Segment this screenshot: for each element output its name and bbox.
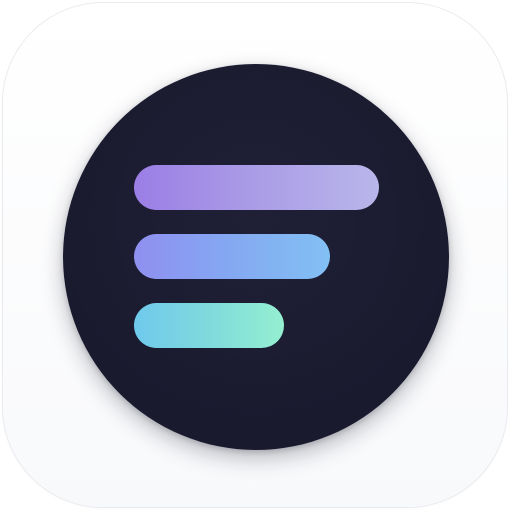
middle-gradient-bar xyxy=(134,234,330,279)
bottom-gradient-bar xyxy=(134,303,284,348)
app-icon xyxy=(0,0,512,512)
top-gradient-bar xyxy=(134,165,379,210)
